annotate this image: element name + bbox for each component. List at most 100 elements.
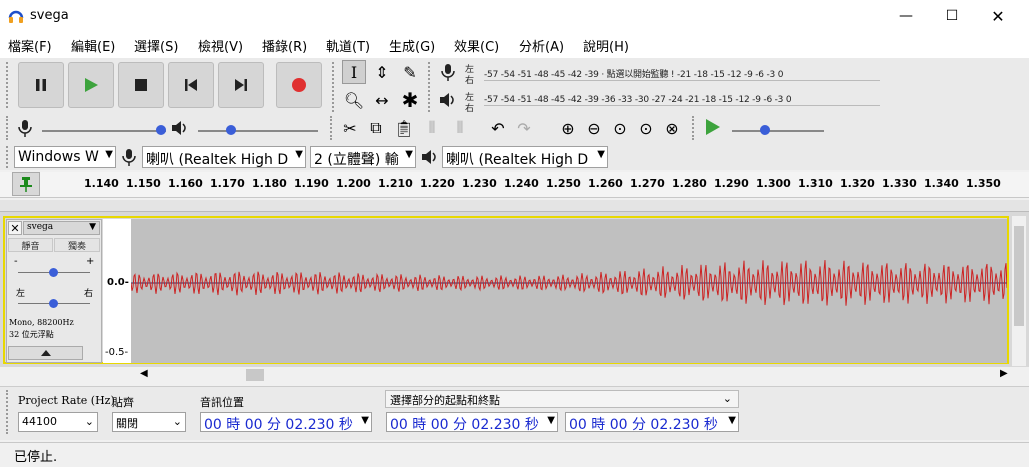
envelope-tool-icon[interactable]: ⇕ — [370, 60, 394, 84]
record-button[interactable] — [276, 62, 322, 108]
fit-project-icon[interactable]: ⊙ — [634, 116, 658, 140]
pin-playhead-button[interactable] — [12, 172, 40, 196]
zoom-out-icon[interactable]: ⊖ — [582, 116, 606, 140]
snap-label: 貼齊 — [112, 396, 134, 409]
track-sample-format: 32 位元浮點 — [9, 330, 54, 339]
horizontal-scrollbar[interactable] — [138, 368, 1013, 382]
menu-edit[interactable]: 編輯(E) — [71, 36, 115, 55]
waveform-display[interactable] — [131, 219, 1007, 363]
cut-icon[interactable]: ✂ — [338, 116, 362, 140]
toolbar-grip[interactable] — [332, 62, 334, 112]
play-speed-slider[interactable] — [732, 130, 824, 132]
stop-button[interactable] — [118, 62, 164, 108]
toolbar-grip[interactable] — [6, 146, 8, 168]
play-speed-thumb[interactable] — [760, 125, 770, 135]
toolbar-grip[interactable] — [6, 62, 9, 108]
trim-audio-icon[interactable]: ⫴ — [420, 116, 444, 140]
silence-audio-icon[interactable]: ⫴ — [448, 116, 472, 140]
undo-icon[interactable]: ↶ — [486, 116, 510, 140]
menu-transport[interactable]: 播錄(R) — [262, 36, 307, 55]
menu-file[interactable]: 檔案(F) — [8, 36, 52, 55]
playback-meter[interactable]: -57 -54 -51 -48 -45 -42 -39 -36 -33 -30 … — [484, 95, 880, 106]
playback-volume-thumb[interactable] — [226, 125, 236, 135]
scrub-bar[interactable] — [0, 200, 1029, 212]
horizontal-scrollbar-thumb[interactable] — [246, 369, 264, 381]
play-at-speed-icon[interactable] — [704, 118, 722, 136]
recording-device-select[interactable]: 喇叭 (Realtek High D ▼ — [142, 146, 306, 168]
recording-volume-thumb[interactable] — [156, 125, 166, 135]
ruler-tick-label: 1.290 — [714, 177, 749, 190]
selection-start-field[interactable]: 00 時 00 分 02.230 秒 ▼ — [386, 412, 558, 433]
chevron-down-icon: ⌄ — [722, 392, 732, 405]
toolbar-grip[interactable] — [6, 390, 8, 434]
skip-to-start-button[interactable] — [168, 62, 214, 108]
mute-button[interactable]: 靜音 — [8, 238, 53, 252]
ruler-tick-label: 1.140 — [84, 177, 119, 190]
minimize-button[interactable]: — — [883, 0, 929, 32]
microphone-icon[interactable] — [438, 62, 458, 82]
selection-end-field[interactable]: 00 時 00 分 02.230 秒 ▼ — [565, 412, 739, 433]
time-shift-tool-icon[interactable]: ↔ — [370, 88, 394, 112]
vertical-scale[interactable] — [103, 219, 131, 363]
skip-start-icon — [185, 79, 197, 91]
status-bar — [0, 442, 1029, 467]
toolbar-grip[interactable] — [6, 116, 8, 140]
multi-tool-icon[interactable]: ✱ — [398, 88, 422, 112]
scroll-left-icon[interactable]: ◀ — [140, 368, 148, 379]
pan-slider-thumb[interactable] — [49, 299, 58, 308]
recording-channels-select[interactable]: 2 (立體聲) 輸 ▼ — [310, 146, 416, 168]
menu-analyze[interactable]: 分析(A) — [519, 36, 564, 55]
menu-generate[interactable]: 生成(G) — [389, 36, 435, 55]
draw-tool-icon[interactable]: ✎ — [398, 60, 422, 84]
ruler-tick-label: 1.260 — [588, 177, 623, 190]
audio-host-select[interactable]: Windows W ▼ — [14, 146, 116, 168]
snap-select[interactable]: 關閉 ⌄ — [112, 412, 186, 432]
zoom-tool-icon[interactable]: 🔍︎ — [342, 88, 366, 112]
close-track-icon[interactable]: ✕ — [8, 221, 22, 235]
solo-button[interactable]: 獨奏 — [54, 238, 100, 252]
playback-volume-slider[interactable] — [198, 130, 318, 132]
redo-icon[interactable]: ↷ — [512, 116, 536, 140]
menu-select[interactable]: 選擇(S) — [134, 36, 178, 55]
menu-view[interactable]: 檢視(V) — [198, 36, 243, 55]
close-window-button[interactable]: ✕ — [975, 0, 1021, 32]
selection-mode-select[interactable]: 選擇部分的起點和終點 ⌄ — [385, 390, 739, 408]
play-button[interactable] — [68, 62, 114, 108]
vertical-scrollbar-thumb[interactable] — [1014, 226, 1024, 326]
chevron-down-icon: ▼ — [295, 149, 303, 160]
status-text: 已停止. — [14, 450, 58, 465]
title-bar: svega — ☐ ✕ — [0, 0, 1029, 32]
copy-icon[interactable]: ⧉ — [364, 116, 388, 140]
scroll-right-icon[interactable]: ▶ — [1000, 368, 1008, 379]
toolbar-grip[interactable] — [330, 116, 332, 140]
paste-icon[interactable]: 📋︎ — [392, 116, 416, 140]
play-icon — [85, 78, 98, 92]
zoom-toggle-icon[interactable]: ⊗ — [660, 116, 684, 140]
playback-device-select[interactable]: 喇叭 (Realtek High D ▼ — [442, 146, 608, 168]
ruler-tick-label: 1.170 — [210, 177, 245, 190]
track-name-menu[interactable]: svega ▼ — [23, 221, 100, 235]
menu-effect[interactable]: 效果(C) — [454, 36, 499, 55]
fit-selection-icon[interactable]: ⊙ — [608, 116, 632, 140]
speaker-icon[interactable] — [438, 90, 458, 110]
maximize-button[interactable]: ☐ — [929, 0, 975, 32]
record-meter[interactable]: -57 -54 -51 -48 -45 -42 -39 · 點選以開始監聽 ! … — [484, 67, 880, 81]
menu-tracks[interactable]: 軌道(T) — [326, 36, 370, 55]
pause-icon — [36, 79, 46, 91]
ruler-tick-label: 1.220 — [420, 177, 455, 190]
pause-button[interactable] — [18, 62, 64, 108]
ruler-tick-label: 1.300 — [756, 177, 791, 190]
recording-volume-slider[interactable] — [42, 130, 166, 132]
project-rate-select[interactable]: 44100 ⌄ — [18, 412, 98, 432]
selection-tool-icon[interactable]: I — [342, 60, 366, 84]
gain-slider-thumb[interactable] — [49, 268, 58, 277]
collapse-track-button[interactable] — [8, 346, 83, 360]
audio-position-field[interactable]: 00 時 00 分 02.230 秒 ▼ — [200, 412, 372, 433]
skip-to-end-button[interactable] — [218, 62, 264, 108]
ruler-tick-label: 1.160 — [168, 177, 203, 190]
zoom-in-icon[interactable]: ⊕ — [556, 116, 580, 140]
menu-help[interactable]: 說明(H) — [583, 36, 629, 55]
chevron-down-icon: ⌄ — [172, 415, 182, 428]
toolbar-grip[interactable] — [692, 116, 694, 140]
toolbar-grip[interactable] — [428, 62, 430, 112]
